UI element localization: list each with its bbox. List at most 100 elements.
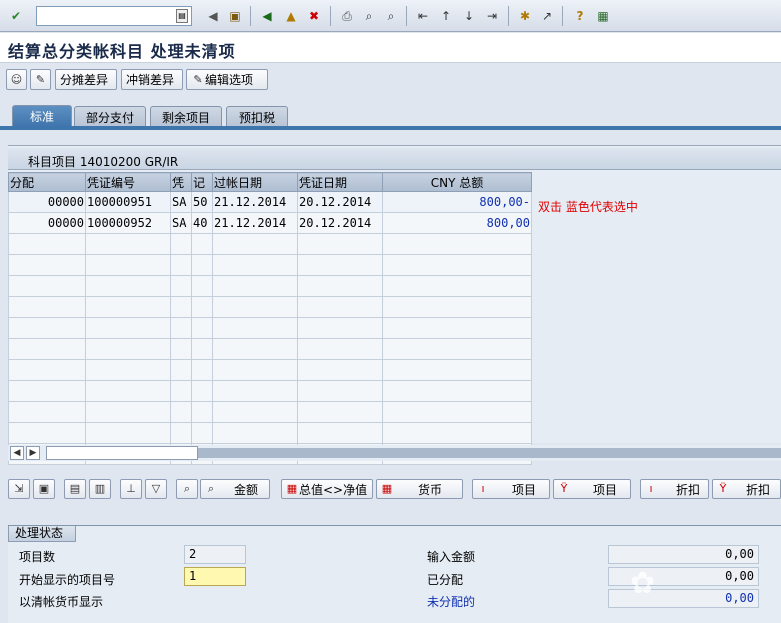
cell-posting-date[interactable]: 21.12.2014: [212, 191, 298, 213]
empty-cell[interactable]: [191, 296, 213, 318]
check-icon[interactable]: ✔: [7, 7, 25, 25]
scroll-left-icon[interactable]: ◀: [10, 446, 24, 460]
empty-cell[interactable]: [170, 233, 192, 255]
empty-cell[interactable]: [297, 422, 383, 444]
empty-cell[interactable]: [170, 401, 192, 423]
cell-posting-key[interactable]: 50: [191, 191, 213, 213]
empty-cell[interactable]: [191, 338, 213, 360]
empty-cell[interactable]: [382, 317, 532, 339]
empty-table-row[interactable]: [8, 401, 532, 423]
empty-cell[interactable]: [8, 401, 86, 423]
empty-table-row[interactable]: [8, 296, 532, 318]
empty-cell[interactable]: [8, 422, 86, 444]
cell-document-type[interactable]: SA: [170, 212, 192, 234]
empty-cell[interactable]: [191, 233, 213, 255]
command-field[interactable]: ▤: [36, 6, 192, 26]
next-page-icon[interactable]: ↓: [460, 7, 478, 25]
edit-icon[interactable]: ✎: [30, 69, 51, 90]
find-icon[interactable]: ⌕: [176, 479, 198, 499]
empty-cell[interactable]: [212, 254, 298, 276]
sort-icon[interactable]: ⊥: [120, 479, 142, 499]
empty-cell[interactable]: [170, 296, 192, 318]
col-document-date[interactable]: 凭证日期: [297, 172, 383, 192]
cell-document-date[interactable]: 20.12.2014: [297, 191, 383, 213]
save-icon[interactable]: ▣: [226, 7, 244, 25]
empty-cell[interactable]: [170, 254, 192, 276]
discount-button-1[interactable]: ı 折扣: [640, 479, 709, 499]
empty-cell[interactable]: [382, 401, 532, 423]
empty-cell[interactable]: [85, 338, 171, 360]
items-button-1[interactable]: ı 项目: [472, 479, 550, 499]
empty-cell[interactable]: [382, 359, 532, 381]
cell-document-type[interactable]: SA: [170, 191, 192, 213]
empty-cell[interactable]: [85, 359, 171, 381]
tab-standard[interactable]: 标准: [12, 105, 72, 127]
empty-table-row[interactable]: [8, 275, 532, 297]
empty-cell[interactable]: [85, 380, 171, 402]
empty-cell[interactable]: [212, 317, 298, 339]
empty-cell[interactable]: [212, 422, 298, 444]
table-row[interactable]: 00000 100000951 SA 50 21.12.2014 20.12.2…: [8, 191, 532, 213]
tab-withholding-tax[interactable]: 预扣税: [226, 106, 288, 127]
empty-cell[interactable]: [297, 338, 383, 360]
scroll-right-icon[interactable]: ▶: [26, 446, 40, 460]
activate-items-icon[interactable]: ▤: [64, 479, 86, 499]
col-posting-key[interactable]: 记: [191, 172, 213, 192]
empty-cell[interactable]: [8, 380, 86, 402]
empty-cell[interactable]: [212, 275, 298, 297]
empty-cell[interactable]: [85, 317, 171, 339]
new-session-icon[interactable]: ✱: [516, 7, 534, 25]
tab-residual-items[interactable]: 剩余项目: [150, 106, 222, 127]
cell-posting-date[interactable]: 21.12.2014: [212, 212, 298, 234]
empty-cell[interactable]: [170, 317, 192, 339]
back-icon[interactable]: ◀: [258, 7, 276, 25]
empty-cell[interactable]: [382, 422, 532, 444]
empty-cell[interactable]: [8, 254, 86, 276]
empty-cell[interactable]: [85, 422, 171, 444]
empty-table-row[interactable]: [8, 359, 532, 381]
select-block-icon[interactable]: ▣: [33, 479, 55, 499]
empty-cell[interactable]: [85, 275, 171, 297]
tab-partial-payment[interactable]: 部分支付: [74, 106, 146, 127]
charge-off-difference-button[interactable]: 冲销差异: [121, 69, 183, 90]
distribute-difference-button[interactable]: 分摊差异: [55, 69, 117, 90]
empty-cell[interactable]: [297, 254, 383, 276]
empty-cell[interactable]: [191, 422, 213, 444]
empty-cell[interactable]: [170, 359, 192, 381]
help-icon[interactable]: ?: [571, 7, 589, 25]
empty-cell[interactable]: [85, 254, 171, 276]
empty-cell[interactable]: [212, 296, 298, 318]
find-amount-button[interactable]: ⌕ 金额: [200, 479, 270, 499]
empty-cell[interactable]: [191, 401, 213, 423]
empty-cell[interactable]: [382, 275, 532, 297]
cell-document-date[interactable]: 20.12.2014: [297, 212, 383, 234]
empty-cell[interactable]: [8, 233, 86, 255]
last-page-icon[interactable]: ⇥: [483, 7, 501, 25]
empty-cell[interactable]: [170, 275, 192, 297]
empty-table-row[interactable]: [8, 338, 532, 360]
empty-table-row[interactable]: [8, 317, 532, 339]
empty-cell[interactable]: [297, 233, 383, 255]
empty-cell[interactable]: [170, 422, 192, 444]
exit-icon[interactable]: ▲: [282, 7, 300, 25]
cell-assignment[interactable]: 00000: [8, 212, 86, 234]
empty-table-row[interactable]: [8, 233, 532, 255]
empty-cell[interactable]: [297, 359, 383, 381]
empty-table-row[interactable]: [8, 380, 532, 402]
cancel-icon[interactable]: ✖: [305, 7, 323, 25]
empty-cell[interactable]: [170, 380, 192, 402]
empty-table-row[interactable]: [8, 254, 532, 276]
select-all-icon[interactable]: ⇲: [8, 479, 30, 499]
horizontal-scrollbar[interactable]: ◀ ▶: [8, 445, 781, 461]
command-history-icon[interactable]: ▤: [176, 9, 188, 23]
col-amount[interactable]: CNY 总额: [382, 172, 532, 192]
empty-cell[interactable]: [382, 254, 532, 276]
empty-cell[interactable]: [8, 317, 86, 339]
print-icon[interactable]: ⎙: [338, 7, 356, 25]
table-row[interactable]: 00000 100000952 SA 40 21.12.2014 20.12.2…: [8, 212, 532, 234]
scroll-track[interactable]: [198, 448, 781, 458]
empty-cell[interactable]: [170, 338, 192, 360]
empty-cell[interactable]: [85, 401, 171, 423]
gross-net-button[interactable]: ▦ 总值<>净值: [281, 479, 373, 499]
find-icon[interactable]: ⌕: [360, 7, 378, 25]
